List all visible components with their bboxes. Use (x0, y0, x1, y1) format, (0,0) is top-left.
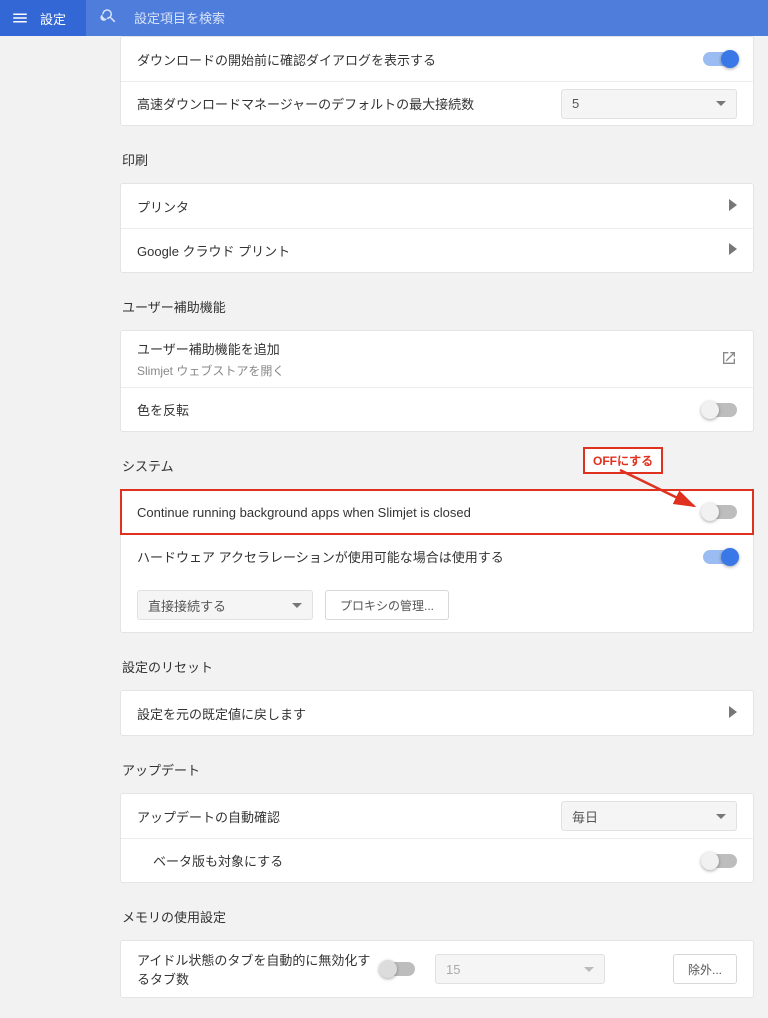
search-field[interactable] (86, 0, 768, 36)
idle-tabs-count-value: 15 (446, 962, 460, 977)
auto-update-row: アップデートの自動確認 毎日 (121, 794, 753, 838)
update-card: アップデートの自動確認 毎日 ベータ版も対象にする (120, 793, 754, 883)
auto-update-select[interactable]: 毎日 (561, 801, 737, 831)
section-reset: 設定のリセット (122, 657, 754, 676)
add-accessibility-row[interactable]: ユーザー補助機能を追加 Slimjet ウェブストアを開く (121, 331, 753, 387)
memory-card: アイドル状態のタブを自動的に無効化するタブ数 15 除外... (120, 940, 754, 998)
chevron-down-icon (716, 101, 726, 106)
invert-colors-row: 色を反転 (121, 387, 753, 431)
proxy-controls: 直接接続する プロキシの管理... (121, 578, 753, 632)
accessibility-card: ユーザー補助機能を追加 Slimjet ウェブストアを開く 色を反転 (120, 330, 754, 432)
system-card: Continue running background apps when Sl… (120, 489, 754, 633)
chevron-down-icon (716, 814, 726, 819)
section-update: アップデート (122, 760, 754, 779)
chevron-down-icon (584, 967, 594, 972)
download-max-conn-row: 高速ダウンロードマネージャーのデフォルトの最大接続数 5 (121, 81, 753, 125)
idle-tabs-toggle[interactable] (381, 962, 415, 976)
proxy-mode-select[interactable]: 直接接続する (137, 590, 313, 620)
download-max-conn-label: 高速ダウンロードマネージャーのデフォルトの最大接続数 (137, 94, 561, 113)
chevron-down-icon (292, 603, 302, 608)
idle-tabs-row: アイドル状態のタブを自動的に無効化するタブ数 15 除外... (121, 941, 753, 997)
download-max-conn-select[interactable]: 5 (561, 89, 737, 119)
chevron-right-icon (729, 243, 737, 258)
page-title: 設定 (40, 9, 66, 28)
top-bar: 設定 (0, 0, 768, 36)
chevron-right-icon (729, 706, 737, 721)
reset-label: 設定を元の既定値に戻します (137, 704, 729, 723)
print-card: プリンタ Google クラウド プリント (120, 183, 754, 273)
hardware-accel-row: ハードウェア アクセラレーションが使用可能な場合は使用する (121, 534, 753, 578)
background-apps-row: Continue running background apps when Sl… (121, 490, 753, 534)
hardware-accel-label: ハードウェア アクセラレーションが使用可能な場合は使用する (137, 547, 703, 566)
auto-update-value: 毎日 (572, 807, 598, 826)
section-memory: メモリの使用設定 (122, 907, 754, 926)
section-accessibility: ユーザー補助機能 (122, 297, 754, 316)
add-accessibility-sub: Slimjet ウェブストアを開く (137, 362, 721, 379)
background-apps-label: Continue running background apps when Sl… (137, 505, 703, 520)
download-confirm-label: ダウンロードの開始前に確認ダイアログを表示する (137, 50, 703, 69)
add-accessibility-label: ユーザー補助機能を追加 (137, 339, 721, 358)
proxy-settings-button[interactable]: プロキシの管理... (325, 590, 449, 620)
google-cloud-print-label: Google クラウド プリント (137, 241, 729, 260)
reset-row[interactable]: 設定を元の既定値に戻します (121, 691, 753, 735)
search-input[interactable] (134, 11, 754, 26)
printers-label: プリンタ (137, 197, 729, 216)
proxy-mode-value: 直接接続する (148, 596, 226, 615)
printers-row[interactable]: プリンタ (121, 184, 753, 228)
annotation-label: OFFにする (583, 447, 663, 474)
downloads-card: ダウンロードの開始前に確認ダイアログを表示する 高速ダウンロードマネージャーのデ… (120, 36, 754, 126)
download-confirm-row: ダウンロードの開始前に確認ダイアログを表示する (121, 37, 753, 81)
idle-tabs-label: アイドル状態のタブを自動的に無効化するタブ数 (137, 950, 373, 988)
include-beta-row: ベータ版も対象にする (121, 838, 753, 882)
open-external-icon (721, 350, 737, 369)
invert-colors-toggle[interactable] (703, 403, 737, 417)
search-icon (100, 7, 118, 30)
include-beta-toggle[interactable] (703, 854, 737, 868)
google-cloud-print-row[interactable]: Google クラウド プリント (121, 228, 753, 272)
download-confirm-toggle[interactable] (703, 52, 737, 66)
download-max-conn-value: 5 (572, 96, 579, 111)
idle-tabs-count-select[interactable]: 15 (435, 954, 605, 984)
exclude-button[interactable]: 除外... (673, 954, 737, 984)
background-apps-toggle[interactable] (703, 505, 737, 519)
reset-card: 設定を元の既定値に戻します (120, 690, 754, 736)
section-print: 印刷 (122, 150, 754, 169)
hamburger-menu-icon[interactable] (0, 9, 40, 27)
hardware-accel-toggle[interactable] (703, 550, 737, 564)
chevron-right-icon (729, 199, 737, 214)
include-beta-label: ベータ版も対象にする (137, 851, 703, 870)
invert-colors-label: 色を反転 (137, 400, 703, 419)
auto-update-label: アップデートの自動確認 (137, 807, 561, 826)
